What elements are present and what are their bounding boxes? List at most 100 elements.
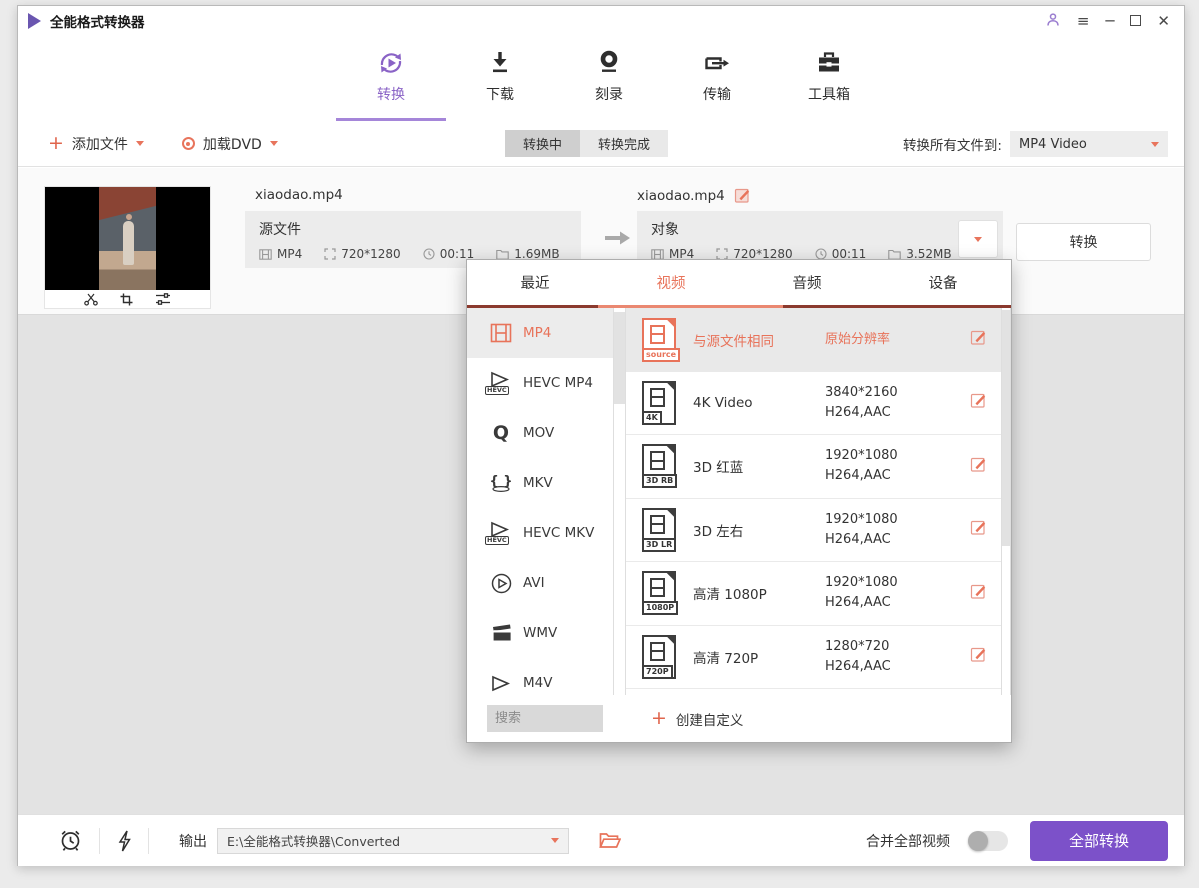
- convert-all-to-label: 转换所有文件到:: [903, 134, 1002, 154]
- preset-search-input[interactable]: [487, 705, 603, 732]
- download-icon: [452, 44, 548, 82]
- format-item-avi[interactable]: AVI: [467, 558, 613, 608]
- status-tabs: 转换中 转换完成: [505, 130, 668, 157]
- 4k-preset-icon: 4K: [642, 381, 676, 425]
- 1080p-preset-icon: 1080P: [642, 571, 676, 615]
- burn-disc-icon: [561, 44, 657, 82]
- format-item-mov[interactable]: Q MOV: [467, 408, 613, 458]
- close-button[interactable]: ✕: [1157, 14, 1170, 29]
- chevron-down-icon: [1151, 142, 1159, 147]
- tab-converted[interactable]: 转换完成: [580, 130, 668, 157]
- popup-tab-recent[interactable]: 最近: [467, 260, 603, 305]
- plus-icon: +: [48, 134, 64, 153]
- menu-icon[interactable]: ≡: [1077, 14, 1090, 29]
- hevc-play-icon: HEVC: [487, 521, 515, 545]
- chevron-down-icon[interactable]: [136, 141, 144, 146]
- format-meta: MP4: [259, 247, 302, 261]
- minimize-button[interactable]: ─: [1105, 14, 1114, 29]
- trim-scissors-icon[interactable]: [84, 293, 98, 306]
- output-format-dropdown[interactable]: MP4 Video: [1010, 131, 1168, 157]
- mp4-film-icon: [487, 323, 515, 343]
- maximize-button[interactable]: [1130, 14, 1141, 29]
- format-item-hevc-mkv[interactable]: HEVC HEVC MKV: [467, 508, 613, 558]
- crop-icon[interactable]: [120, 293, 133, 306]
- edit-preset-icon[interactable]: [970, 392, 987, 413]
- video-thumbnail[interactable]: [45, 187, 210, 308]
- edit-preset-icon[interactable]: [970, 456, 987, 477]
- convert-button[interactable]: 转换: [1016, 223, 1151, 261]
- format-picker-popup: 最近 视频 音频 设备 MP4: [466, 259, 1012, 743]
- nav-tab-download[interactable]: 下载: [452, 44, 548, 104]
- popup-tab-audio[interactable]: 音频: [739, 260, 875, 305]
- main-nav: 转换 下载 刻录: [18, 36, 1184, 121]
- toolbar: + 添加文件 加载DVD 转换中 转换完成 转换所有文件到: MP4 Video: [18, 121, 1184, 167]
- 3d-lr-preset-icon: 3D LR: [642, 508, 676, 552]
- format-item-mp4[interactable]: MP4: [467, 308, 613, 358]
- high-speed-bolt-icon[interactable]: [116, 829, 132, 853]
- preset-row-3d-rb[interactable]: 3D RB 3D 红蓝 1920*1080H264,AAC: [626, 435, 1001, 499]
- chevron-down-icon: [551, 838, 559, 843]
- format-item-wmv[interactable]: WMV: [467, 608, 613, 658]
- resolution-meta: 720*1280: [324, 247, 400, 261]
- convert-all-button[interactable]: 全部转换: [1030, 821, 1168, 861]
- target-format-dropdown-button[interactable]: [958, 220, 998, 258]
- popup-tab-device[interactable]: 设备: [875, 260, 1011, 305]
- effects-sliders-icon[interactable]: [155, 293, 171, 305]
- preset-row-same-as-source[interactable]: source 与源文件相同 原始分辨率: [626, 308, 1001, 372]
- dvd-icon: [182, 137, 195, 150]
- app-logo-icon: [28, 13, 41, 29]
- toolbox-icon: [781, 44, 877, 82]
- open-folder-icon[interactable]: [599, 832, 621, 849]
- clapperboard-icon: [487, 624, 515, 642]
- nav-tab-burn[interactable]: 刻录: [561, 44, 657, 104]
- chevron-down-icon[interactable]: [270, 141, 278, 146]
- merge-all-toggle[interactable]: [968, 831, 1008, 851]
- preset-row-720p[interactable]: 720P 高清 720P 1280*720H264,AAC: [626, 626, 1001, 690]
- edit-preset-icon[interactable]: [970, 519, 987, 540]
- plus-icon: +: [651, 709, 667, 728]
- merge-all-label: 合并全部视频: [866, 831, 950, 851]
- nav-tab-toolbox[interactable]: 工具箱: [781, 44, 877, 104]
- conversion-list: xiaodao.mp4 源文件 MP4 720*1280: [18, 168, 1184, 814]
- add-files-button[interactable]: + 添加文件: [48, 134, 144, 154]
- format-item-m4v[interactable]: M4V: [467, 658, 613, 695]
- 3d-rb-preset-icon: 3D RB: [642, 444, 676, 488]
- thumbnail-image: [45, 187, 210, 290]
- preset-row-4k[interactable]: 4K 4K Video 3840*2160H264,AAC: [626, 372, 1001, 436]
- format-item-mkv[interactable]: { } MKV: [467, 458, 613, 508]
- source-file-name: xiaodao.mp4: [255, 187, 343, 203]
- title-bar: 全能格式转换器 ≡ ─ ✕: [18, 6, 1184, 36]
- source-preset-icon: source: [642, 318, 676, 362]
- create-custom-button[interactable]: + 创建自定义: [651, 709, 743, 729]
- tab-converting[interactable]: 转换中: [505, 130, 580, 157]
- load-dvd-button[interactable]: 加载DVD: [182, 134, 278, 154]
- preset-row-3d-lr[interactable]: 3D LR 3D 左右 1920*1080H264,AAC: [626, 499, 1001, 563]
- transfer-icon: [669, 44, 765, 82]
- account-icon[interactable]: [1045, 12, 1061, 31]
- preset-row-1080p[interactable]: 1080P 高清 1080P 1920*1080H264,AAC: [626, 562, 1001, 626]
- nav-tab-convert[interactable]: 转换: [343, 44, 439, 104]
- convert-icon: [343, 44, 439, 82]
- edit-preset-icon[interactable]: [970, 646, 987, 667]
- play-outline-icon: [487, 675, 515, 692]
- format-list-scrollbar[interactable]: [613, 308, 626, 695]
- target-file-name: xiaodao.mp4: [637, 188, 725, 204]
- quicktime-icon: Q: [487, 424, 515, 443]
- preset-list: source 与源文件相同 原始分辨率: [626, 308, 1001, 695]
- edit-preset-icon[interactable]: [970, 583, 987, 604]
- nav-tab-transfer[interactable]: 传输: [669, 44, 765, 104]
- rename-edit-icon[interactable]: [734, 187, 751, 204]
- popup-tab-video[interactable]: 视频: [603, 260, 739, 305]
- output-path-dropdown[interactable]: E:\全能格式转换器\Converted: [217, 828, 569, 854]
- 720p-preset-icon: 720P: [642, 635, 676, 679]
- format-item-hevc-mp4[interactable]: HEVC HEVC MP4: [467, 358, 613, 408]
- edit-preset-icon[interactable]: [970, 329, 987, 350]
- schedule-alarm-icon[interactable]: [58, 828, 83, 853]
- app-window: 全能格式转换器 ≡ ─ ✕: [17, 5, 1185, 866]
- hevc-play-icon: HEVC: [487, 371, 515, 395]
- convert-direction-arrow-icon: [603, 230, 631, 250]
- output-label: 输出: [179, 831, 207, 851]
- format-list: MP4 HEVC HEVC MP4 Q: [467, 308, 613, 695]
- preset-list-scrollbar[interactable]: [1001, 308, 1011, 695]
- matroska-icon: { }: [487, 472, 515, 494]
